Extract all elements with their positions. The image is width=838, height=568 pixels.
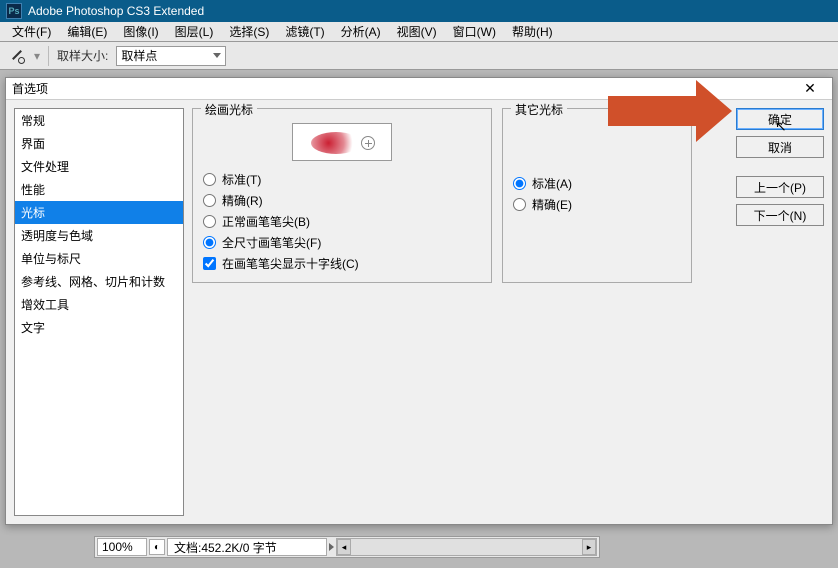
app-icon: Ps xyxy=(6,3,22,19)
other-radio-precise[interactable]: 精确(E) xyxy=(513,196,681,213)
paint-radio-standard[interactable]: 标准(T) xyxy=(203,171,481,188)
paint-radio-precise[interactable]: 精确(R) xyxy=(203,192,481,209)
other-cursors-group: 其它光标 标准(A) 精确(E) xyxy=(502,108,692,283)
status-bar: 100% ◐ 文档:452.2K/0 字节 ◂ ▸ xyxy=(94,536,600,558)
status-flyout-arrow[interactable] xyxy=(329,543,334,551)
category-plugins[interactable]: 增效工具 xyxy=(15,293,183,316)
dialog-button-column: 确定 取消 上一个(P) 下一个(N) xyxy=(736,108,824,226)
category-general[interactable]: 常规 xyxy=(15,109,183,132)
category-transparency[interactable]: 透明度与色域 xyxy=(15,224,183,247)
menubar: 文件(F) 编辑(E) 图像(I) 图层(L) 选择(S) 滤镜(T) 分析(A… xyxy=(0,22,838,42)
menu-select[interactable]: 选择(S) xyxy=(221,21,277,42)
menu-edit[interactable]: 编辑(E) xyxy=(59,21,115,42)
dialog-titlebar: 首选项 ✕ xyxy=(6,78,832,100)
painting-cursors-group: 绘画光标 标准(T) 精确(R) 正常画笔笔尖(B) 全尺寸画笔笔尖(F) 在画… xyxy=(192,108,492,283)
category-list[interactable]: 常规 界面 文件处理 性能 光标 透明度与色域 单位与标尺 参考线、网格、切片和… xyxy=(14,108,184,516)
category-file-handling[interactable]: 文件处理 xyxy=(15,155,183,178)
category-type[interactable]: 文字 xyxy=(15,316,183,339)
menu-view[interactable]: 视图(V) xyxy=(389,21,445,42)
category-units[interactable]: 单位与标尺 xyxy=(15,247,183,270)
menu-filter[interactable]: 滤镜(T) xyxy=(277,21,332,42)
eyedropper-icon[interactable] xyxy=(8,47,26,65)
menu-analysis[interactable]: 分析(A) xyxy=(333,21,389,42)
zoom-field[interactable]: 100% xyxy=(97,538,147,556)
paint-check-crosshair[interactable]: 在画笔笔尖显示十字线(C) xyxy=(203,255,481,272)
category-cursors[interactable]: 光标 xyxy=(15,201,183,224)
chevron-down-icon xyxy=(213,53,221,58)
category-performance[interactable]: 性能 xyxy=(15,178,183,201)
scroll-left-icon[interactable]: ◂ xyxy=(337,539,351,555)
other-cursors-title: 其它光标 xyxy=(511,101,567,118)
ok-button[interactable]: 确定 xyxy=(736,108,824,130)
sample-size-value: 取样点 xyxy=(121,47,157,64)
window-titlebar: Ps Adobe Photoshop CS3 Extended xyxy=(0,0,838,22)
menu-file[interactable]: 文件(F) xyxy=(4,21,59,42)
status-icon[interactable]: ◐ xyxy=(149,539,165,555)
category-guides[interactable]: 参考线、网格、切片和计数 xyxy=(15,270,183,293)
dialog-title: 首选项 xyxy=(12,80,48,97)
options-toolbar: ▾ 取样大小: 取样点 xyxy=(0,42,838,70)
sample-size-combo[interactable]: 取样点 xyxy=(116,46,226,66)
menu-image[interactable]: 图像(I) xyxy=(115,21,166,42)
next-button[interactable]: 下一个(N) xyxy=(736,204,824,226)
app-title: Adobe Photoshop CS3 Extended xyxy=(28,4,204,18)
category-interface[interactable]: 界面 xyxy=(15,132,183,155)
brush-preview xyxy=(292,123,392,161)
other-radio-standard[interactable]: 标准(A) xyxy=(513,175,681,192)
doc-info[interactable]: 文档:452.2K/0 字节 xyxy=(167,538,327,556)
menu-window[interactable]: 窗口(W) xyxy=(445,21,504,42)
scroll-right-icon[interactable]: ▸ xyxy=(582,539,596,555)
paint-radio-normal-tip[interactable]: 正常画笔笔尖(B) xyxy=(203,213,481,230)
painting-cursors-title: 绘画光标 xyxy=(201,101,257,118)
cancel-button[interactable]: 取消 xyxy=(736,136,824,158)
horizontal-scrollbar[interactable]: ◂ ▸ xyxy=(336,538,597,556)
sample-size-label: 取样大小: xyxy=(57,47,108,64)
menu-layer[interactable]: 图层(L) xyxy=(167,21,222,42)
close-button[interactable]: ✕ xyxy=(794,79,826,99)
prev-button[interactable]: 上一个(P) xyxy=(736,176,824,198)
menu-help[interactable]: 帮助(H) xyxy=(504,21,561,42)
preferences-dialog: 首选项 ✕ 常规 界面 文件处理 性能 光标 透明度与色域 单位与标尺 参考线、… xyxy=(5,77,833,525)
paint-radio-full-tip[interactable]: 全尺寸画笔笔尖(F) xyxy=(203,234,481,251)
